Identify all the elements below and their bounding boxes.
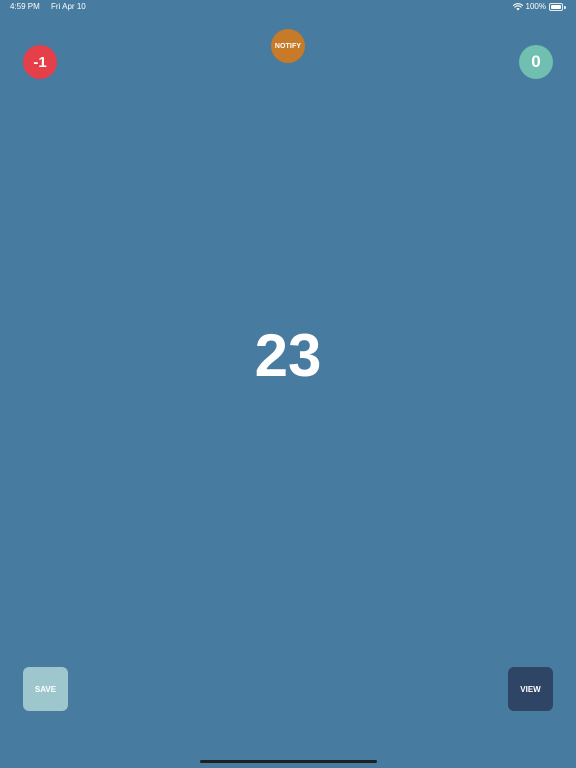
save-button[interactable]: SAVE bbox=[23, 667, 68, 711]
counter-value: 23 bbox=[254, 322, 322, 389]
zero-button[interactable]: 0 bbox=[519, 45, 553, 79]
minus-one-button[interactable]: -1 bbox=[23, 45, 57, 79]
battery-icon bbox=[549, 3, 566, 11]
status-left: 4:59 PM Fri Apr 10 bbox=[10, 0, 86, 14]
wifi-icon bbox=[512, 3, 523, 11]
status-time: 4:59 PM bbox=[10, 2, 40, 11]
battery-fill bbox=[551, 5, 561, 9]
view-button[interactable]: VIEW bbox=[508, 667, 553, 711]
status-right: 100% bbox=[512, 0, 566, 14]
status-date: Fri Apr 10 bbox=[51, 2, 86, 11]
status-bar: 4:59 PM Fri Apr 10 100% bbox=[0, 0, 576, 14]
home-indicator bbox=[200, 760, 377, 763]
battery-percent: 100% bbox=[525, 2, 546, 11]
battery-cap bbox=[564, 5, 566, 9]
notify-button[interactable]: NOTIFY bbox=[271, 29, 305, 63]
